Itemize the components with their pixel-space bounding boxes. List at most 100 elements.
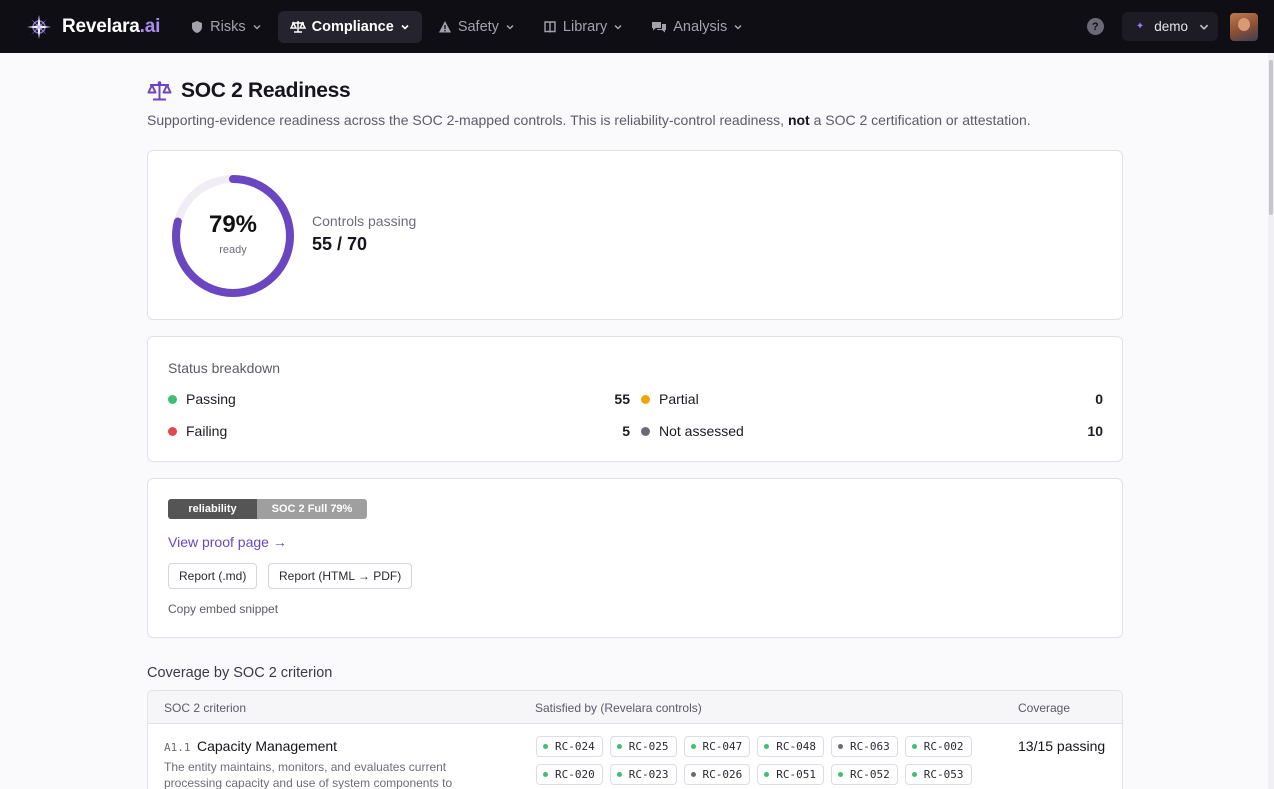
control-chip[interactable]: RC-002 [904, 736, 972, 757]
brand-logo[interactable]: Revelara.ai [26, 14, 160, 40]
status-dot [641, 426, 650, 436]
criterion-description: The entity maintains, monitors, and eval… [164, 760, 453, 789]
badge-export-card: reliability SOC 2 Full 79% View proof pa… [147, 478, 1123, 638]
compass-star-icon [27, 14, 51, 39]
report-md-button[interactable]: Report (.md) [168, 563, 258, 589]
page-subtitle: Supporting-evidence readiness across the… [147, 112, 1031, 128]
status-label: Not assessed [659, 423, 744, 439]
status-count: 0 [1095, 391, 1103, 407]
status-passing: Passing 55 [168, 389, 630, 409]
status-dot [543, 744, 548, 749]
control-chip[interactable]: RC-026 [683, 764, 751, 785]
coverage-section-title: Coverage by SOC 2 criterion [147, 665, 333, 681]
copy-embed-link[interactable]: Copy embed snippet [168, 602, 278, 616]
warning-icon [438, 20, 451, 32]
control-id: RC-053 [923, 768, 964, 781]
status-breakdown-card: Status breakdown Passing 55 Partial 0 Fa… [147, 336, 1123, 462]
control-id: RC-051 [776, 768, 816, 781]
nav-risks[interactable]: Risks [178, 11, 273, 43]
main-nav: Risks Compliance Safety Library Analysis [178, 10, 755, 43]
status-breakdown-title: Status breakdown [168, 360, 281, 376]
criterion-name: Capacity Management [197, 738, 338, 754]
control-chip[interactable]: RC-053 [904, 764, 972, 785]
nav-compliance[interactable]: Compliance [277, 10, 422, 43]
control-chip[interactable]: RC-023 [609, 764, 677, 785]
status-label: Partial [659, 391, 699, 407]
control-id: RC-023 [628, 768, 669, 781]
status-count: 10 [1087, 423, 1103, 439]
control-chip[interactable]: RC-063 [831, 736, 898, 757]
status-dot [690, 744, 696, 749]
nav-risks-label: Risks [210, 18, 246, 35]
criterion-code: A1.1 [164, 741, 191, 754]
column-header: Satisfied by (Revelara controls) [535, 701, 702, 715]
chevron-down-icon [401, 24, 409, 30]
shield-icon [192, 20, 203, 33]
nav-library-label: Library [562, 18, 608, 35]
control-id: RC-026 [702, 768, 743, 781]
coverage-value: 13/15 passing [1018, 738, 1106, 754]
status-dot [641, 394, 650, 404]
status-partial: Partial 0 [641, 389, 1103, 409]
control-id: RC-063 [850, 740, 890, 753]
chevron-down-icon [734, 24, 742, 30]
status-dot [838, 744, 843, 749]
help-icon[interactable]: ? [1086, 18, 1104, 35]
chevron-down-icon [1199, 24, 1209, 30]
status-dot [838, 772, 843, 777]
control-id: RC-048 [776, 740, 816, 753]
control-id: RC-052 [850, 768, 890, 781]
status-not-assessed: Not assessed 10 [641, 421, 1103, 441]
controls-passing-label: Controls passing [312, 213, 417, 229]
top-nav-bar: Revelara.ai Risks Compliance Safety Libr… [0, 0, 1274, 53]
nav-compliance-label: Compliance [311, 18, 394, 35]
control-id: RC-020 [555, 768, 595, 781]
nav-library[interactable]: Library [531, 11, 635, 43]
status-count: 5 [622, 423, 630, 439]
scale-icon [289, 20, 306, 33]
control-id: RC-024 [555, 740, 595, 753]
status-dot [168, 394, 177, 404]
control-chip[interactable]: RC-052 [831, 764, 898, 785]
control-chip[interactable]: RC-020 [536, 764, 603, 785]
column-header: Coverage [1018, 701, 1071, 715]
chevron-down-icon [614, 24, 622, 30]
coverage-table: SOC 2 criterion Satisfied by (Revelara c… [147, 690, 1123, 789]
status-dot [764, 772, 770, 777]
book-icon [544, 20, 556, 33]
badge-label: reliability [168, 499, 257, 519]
status-dot [616, 744, 622, 749]
status-dot [616, 772, 622, 777]
status-dot [690, 772, 696, 777]
avatar[interactable] [1230, 12, 1258, 41]
control-chip[interactable]: RC-047 [683, 736, 751, 757]
control-chip[interactable]: RC-024 [536, 736, 603, 757]
control-chip[interactable]: RC-048 [757, 736, 824, 757]
user-menu-button[interactable]: ✦ demo [1121, 12, 1218, 41]
nav-safety[interactable]: Safety [426, 11, 527, 43]
scrollbar-thumb[interactable] [1269, 60, 1273, 215]
status-dot [764, 744, 770, 749]
status-failing: Failing 5 [168, 421, 630, 441]
nav-safety-label: Safety [457, 18, 499, 35]
readiness-percent: 79% [208, 211, 258, 238]
report-html-pdf-button[interactable]: Report (HTML → PDF) [268, 563, 413, 589]
sparkle-icon: ✦ [1135, 21, 1145, 32]
chevron-down-icon [506, 24, 514, 30]
nav-analysis[interactable]: Analysis [639, 11, 755, 43]
view-proof-link[interactable]: View proof page → [168, 534, 287, 550]
status-label: Failing [186, 423, 228, 439]
chat-icon [652, 21, 667, 32]
control-id: RC-047 [702, 740, 743, 753]
status-label: Passing [186, 391, 236, 407]
table-header: SOC 2 criterion Satisfied by (Revelara c… [148, 691, 1122, 724]
nav-analysis-label: Analysis [673, 18, 728, 35]
status-dot [543, 772, 548, 777]
page-header: SOC 2 Readiness [147, 79, 351, 103]
status-count: 55 [614, 391, 630, 407]
chevron-down-icon [253, 24, 261, 30]
user-name: demo [1154, 19, 1188, 34]
control-chip[interactable]: RC-051 [757, 764, 824, 785]
control-chip[interactable]: RC-025 [609, 736, 677, 757]
status-dot [911, 744, 917, 749]
